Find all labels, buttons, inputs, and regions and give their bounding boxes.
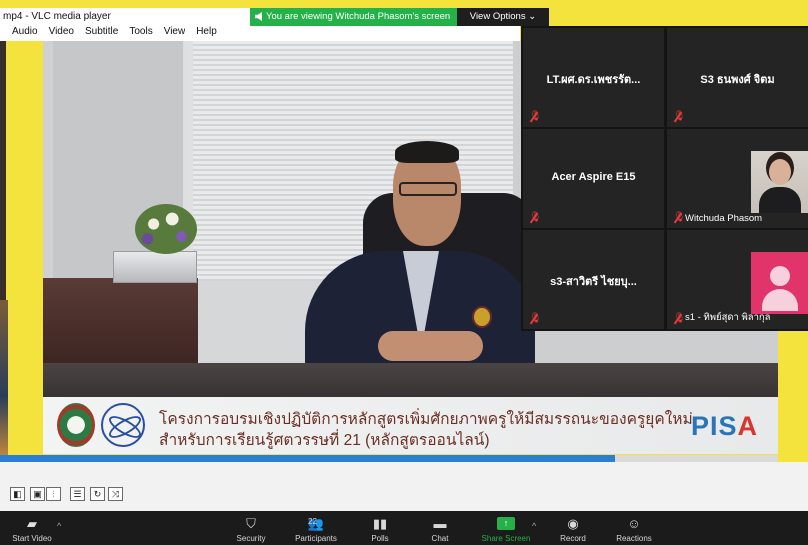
menu-tools[interactable]: Tools <box>129 25 152 41</box>
participant-name: s3-สาวิตรี ไชยบุ... <box>550 276 637 288</box>
start-video-button[interactable]: ▰ Start Video <box>8 516 56 543</box>
participant-name: S3 ธนพงศ์ จิตม <box>700 74 775 86</box>
lapel-badge <box>472 306 492 328</box>
zoom-meeting-toolbar: ▰ Start Video ^ ⛉ Security 👥 22 Participa… <box>0 511 808 545</box>
avatar <box>751 252 808 314</box>
participants-count: 22 <box>308 517 317 526</box>
menu-subtitle[interactable]: Subtitle <box>85 25 118 41</box>
polls-button[interactable]: ▮▮ Polls <box>360 516 400 543</box>
muted-mic-icon: 🎙 <box>673 313 686 324</box>
pisa-logo-red: A <box>737 411 759 441</box>
speaker-hands <box>378 331 483 361</box>
participant-tile[interactable]: Acer Aspire E15 🎙 <box>523 129 664 228</box>
share-screen-icon: ↑ <box>497 517 515 530</box>
participant-face <box>769 159 791 185</box>
shield-icon: ⛉ <box>246 516 256 531</box>
reactions-button[interactable]: ☺ Reactions <box>610 516 658 543</box>
view-options-button[interactable]: View Options ⌄ <box>457 8 549 26</box>
side-cabinet <box>43 278 198 363</box>
muted-mic-icon: 🎙 <box>673 111 686 122</box>
menu-help[interactable]: Help <box>196 25 217 41</box>
participant-tile[interactable]: 🎙 Witchuda Phasom <box>667 129 808 228</box>
menu-view[interactable]: View <box>164 25 186 41</box>
start-video-label: Start Video <box>12 534 52 543</box>
muted-mic-icon: 🎙 <box>673 212 686 223</box>
muted-mic-icon: 🎙 <box>529 111 542 122</box>
muted-mic-icon: 🎙 <box>529 212 542 223</box>
participants-icon: 👥 22 <box>307 516 325 531</box>
participant-tile[interactable]: LT.ผศ.ดร.เพชรรัต... 🎙 <box>523 28 664 127</box>
avatar-head <box>770 266 790 286</box>
muted-mic-icon: 🎙 <box>529 313 542 324</box>
pisa-logo-blue: PIS <box>691 411 738 441</box>
seek-bar-progress <box>0 455 615 462</box>
polls-icon: ▮▮ <box>372 516 388 531</box>
participant-name: LT.ผศ.ดร.เพชรรัต... <box>546 74 641 86</box>
shuffle-icon[interactable]: ⤨ <box>108 487 123 501</box>
participant-tile[interactable]: s3-สาวิตรี ไชยบุ... 🎙 <box>523 230 664 329</box>
silver-box <box>113 251 197 283</box>
share-screen-button[interactable]: ↑ Share Screen <box>474 516 538 543</box>
speaker-hair <box>395 141 459 163</box>
vlc-menu-bar: Audio Video Subtitle Tools View Help <box>0 25 520 41</box>
chat-button[interactable]: ▬ Chat <box>420 516 460 543</box>
menu-video[interactable]: Video <box>49 25 74 41</box>
extended-settings-icon[interactable]: ⫶ <box>46 487 61 501</box>
loop-icon[interactable]: ↻ <box>90 487 105 501</box>
participant-name-label: Witchuda Phasom <box>685 213 763 224</box>
video-off-icon: ▰ <box>27 516 37 531</box>
banner-title-line2: สำหรับการเรียนรู้ศตวรรษที่ 21 (หลักสูตรอ… <box>159 432 490 449</box>
participant-tile[interactable]: 🎙 s1 - ทิพย์สุดา พิลากุล <box>667 230 808 329</box>
participants-button[interactable]: 👥 22 Participants <box>288 516 344 543</box>
view-options-label: View Options <box>469 11 526 22</box>
pisa-logo: PISA <box>691 411 758 442</box>
avatar-body <box>762 289 798 311</box>
speaker-glasses <box>399 182 457 196</box>
security-label: Security <box>236 534 266 543</box>
screen-share-banner-text: You are viewing Witchuda Phasom's screen <box>266 11 451 22</box>
science-atom-logo <box>101 403 145 447</box>
participant-tile[interactable]: S3 ธนพงศ์ จิตม 🎙 <box>667 28 808 127</box>
flower-vase <box>135 204 197 254</box>
speaker-icon <box>255 12 262 21</box>
chevron-up-icon[interactable]: ^ <box>532 521 536 531</box>
chevron-up-icon[interactable]: ^ <box>57 521 61 531</box>
chevron-down-icon: ⌄ <box>528 11 537 22</box>
screen-share-banner: You are viewing Witchuda Phasom's screen <box>250 8 457 26</box>
participant-video <box>751 151 808 213</box>
seek-bar[interactable] <box>0 455 778 462</box>
record-button[interactable]: ◉ Record <box>553 516 593 543</box>
polls-label: Polls <box>371 534 389 543</box>
frame-icon[interactable]: ◧ <box>10 487 25 501</box>
chat-icon: ▬ <box>433 516 447 531</box>
record-icon: ◉ <box>567 516 579 531</box>
share-screen-label: Share Screen <box>481 534 531 543</box>
chat-label: Chat <box>431 534 449 543</box>
lower-third-banner: โครงการอบรมเชิงปฏิบัติการหลักสูตรเพิ่มศั… <box>43 397 778 454</box>
fullscreen-icon[interactable]: ▣ <box>30 487 45 501</box>
security-button[interactable]: ⛉ Security <box>228 516 274 543</box>
reactions-label: Reactions <box>616 534 652 543</box>
participant-body <box>759 187 801 213</box>
participants-label: Participants <box>295 534 337 543</box>
background-window-edge <box>0 300 8 460</box>
university-seal-logo <box>57 403 95 447</box>
playlist-icon[interactable]: ☰ <box>70 487 85 501</box>
participant-name: Acer Aspire E15 <box>551 171 636 183</box>
menu-audio[interactable]: Audio <box>12 25 38 41</box>
vlc-controls: ◧ ▣ ⫶ ☰ ↻ ⤨ <box>0 462 808 511</box>
participant-name-label: s1 - ทิพย์สุดา พิลากุล <box>685 312 771 323</box>
participant-gallery: LT.ผศ.ดร.เพชรรัต... 🎙 S3 ธนพงศ์ จิตม 🎙 A… <box>521 26 808 331</box>
record-label: Record <box>560 534 586 543</box>
reactions-icon: ☺ <box>627 516 641 531</box>
